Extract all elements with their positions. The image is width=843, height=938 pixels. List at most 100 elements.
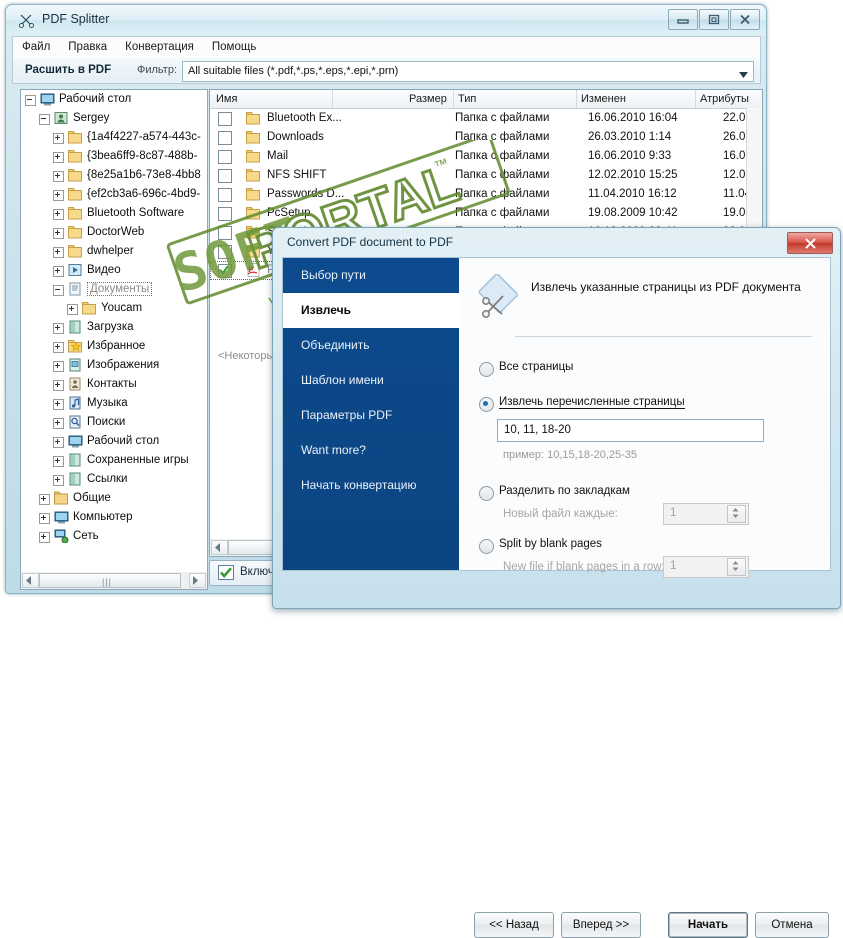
radio-all-pages-label[interactable]: Все страницы (499, 361, 573, 373)
dialog-sidebar-item[interactable]: Шаблон имени (283, 363, 459, 398)
menu-item-help[interactable]: Помощь (203, 37, 265, 59)
tree-node[interactable]: Рабочий стол (21, 90, 207, 109)
row-checkbox[interactable] (218, 245, 232, 259)
expand-plus-icon[interactable] (53, 437, 64, 448)
cancel-button[interactable]: Отмена (755, 912, 829, 938)
row-checkbox[interactable] (218, 169, 232, 183)
tree-node[interactable]: Избранное (21, 337, 207, 356)
radio-split-bookmarks[interactable] (479, 486, 494, 501)
maximize-icon[interactable] (699, 9, 729, 30)
tree-node[interactable]: Документы (21, 280, 207, 299)
expand-plus-icon[interactable] (53, 380, 64, 391)
tree-scroll-right-icon[interactable] (189, 573, 206, 588)
expand-plus-icon[interactable] (53, 171, 64, 182)
expand-plus-icon[interactable] (53, 323, 64, 334)
dialog-sidebar-item[interactable]: Want more? (283, 433, 459, 468)
radio-listed-pages[interactable] (479, 397, 494, 412)
pages-input[interactable]: 10, 11, 18-20 (497, 419, 764, 442)
tree-node[interactable]: Sergey (21, 109, 207, 128)
folder-tree[interactable]: Рабочий стол Sergey {1a4f4227-a574-443c- {3… (20, 89, 208, 574)
expand-plus-icon[interactable] (53, 456, 64, 467)
tree-node[interactable]: dwhelper (21, 242, 207, 261)
next-button[interactable]: Вперед >> (561, 912, 641, 938)
dialog-close-icon[interactable] (787, 232, 833, 254)
start-button[interactable]: Начать (668, 912, 748, 938)
spinner-up-down-icon[interactable] (727, 505, 746, 523)
close-icon[interactable] (730, 9, 760, 30)
row-checkbox[interactable] (218, 150, 232, 164)
column-header-type[interactable]: Тип (458, 93, 476, 105)
menu-item-conversion[interactable]: Конвертация (116, 37, 203, 59)
row-checkbox[interactable] (218, 131, 232, 145)
tree-node[interactable]: Компьютер (21, 508, 207, 527)
tree-node[interactable]: Изображения (21, 356, 207, 375)
tree-node[interactable]: {1a4f4227-a574-443c- (21, 128, 207, 147)
dialog-sidebar-item[interactable]: Параметры PDF (283, 398, 459, 433)
expand-plus-icon[interactable] (53, 228, 64, 239)
tree-node[interactable]: Сохраненные игры (21, 451, 207, 470)
tree-node[interactable]: Youcam (21, 299, 207, 318)
tree-horizontal-scrollbar[interactable]: ||| (20, 572, 208, 590)
expand-plus-icon[interactable] (67, 304, 78, 315)
tree-node[interactable]: Музыка (21, 394, 207, 413)
collapse-minus-icon[interactable] (53, 285, 64, 296)
expand-plus-icon[interactable] (53, 133, 64, 144)
expand-plus-icon[interactable] (53, 342, 64, 353)
tree-node[interactable]: Общие (21, 489, 207, 508)
expand-plus-icon[interactable] (53, 418, 64, 429)
bookmark-spinner[interactable]: 1 (663, 503, 749, 525)
dialog-sidebar-item[interactable]: Выбор пути (283, 258, 459, 293)
tree-node[interactable]: DoctorWeb (21, 223, 207, 242)
filter-combobox[interactable]: All suitable files (*.pdf,*.ps,*.eps,*.e… (182, 61, 754, 82)
mode-button-split-to-pdf[interactable]: Расшить в PDF (17, 60, 119, 81)
tree-node[interactable]: Поиски (21, 413, 207, 432)
dialog-sidebar-item[interactable]: Начать конвертацию (283, 468, 459, 503)
chevron-down-icon[interactable] (739, 69, 748, 81)
row-checkbox[interactable] (218, 188, 232, 202)
dialog-sidebar-item[interactable]: Объединить (283, 328, 459, 363)
expand-plus-icon[interactable] (39, 532, 50, 543)
radio-split-blank-pages-label[interactable]: Split by blank pages (499, 538, 602, 550)
row-checkbox[interactable] (218, 207, 232, 221)
expand-plus-icon[interactable] (53, 475, 64, 486)
radio-listed-pages-label[interactable]: Извлечь перечисленные страницы (499, 396, 685, 409)
tree-node[interactable]: Загрузка (21, 318, 207, 337)
tree-node[interactable]: {3bea6ff9-8c87-488b- (21, 147, 207, 166)
row-checkbox-checked[interactable] (218, 264, 232, 278)
column-header-attributes[interactable]: Атрибуты (700, 93, 749, 105)
table-row[interactable]: Passwords D... Папка с файлами 11.04.2010 … (210, 185, 762, 204)
column-header-size[interactable]: Размер (409, 93, 447, 105)
table-row[interactable]: Downloads Папка с файлами 26.03.2010 1:14 2… (210, 128, 762, 147)
expand-plus-icon[interactable] (53, 266, 64, 277)
column-header-name[interactable]: Имя (216, 93, 237, 105)
expand-plus-icon[interactable] (53, 247, 64, 258)
radio-all-pages[interactable] (479, 362, 494, 377)
expand-plus-icon[interactable] (39, 494, 50, 505)
expand-plus-icon[interactable] (53, 209, 64, 220)
table-row[interactable]: Bluetooth Ex... Папка с файлами 16.06.2010… (210, 109, 762, 128)
row-checkbox[interactable] (218, 112, 232, 126)
expand-plus-icon[interactable] (53, 399, 64, 410)
list-scroll-left-icon[interactable] (211, 540, 228, 555)
radio-split-bookmarks-label[interactable]: Разделить по закладкам (499, 485, 630, 497)
dialog-sidebar-item[interactable]: Извлечь (283, 293, 459, 328)
row-checkbox[interactable] (218, 226, 232, 240)
expand-plus-icon[interactable] (39, 513, 50, 524)
tree-node[interactable]: {8e25a1b6-73e8-4bb8 (21, 166, 207, 185)
tree-node[interactable]: Контакты (21, 375, 207, 394)
expand-plus-icon[interactable] (53, 190, 64, 201)
tree-scroll-left-icon[interactable] (22, 573, 39, 588)
tree-node[interactable]: Ссылки (21, 470, 207, 489)
table-row[interactable]: NFS SHIFT Папка с файлами 12.02.2010 15:25… (210, 166, 762, 185)
tree-node[interactable]: {ef2cb3a6-696c-4bd9- (21, 185, 207, 204)
collapse-minus-icon[interactable] (25, 95, 36, 106)
menu-item-edit[interactable]: Правка (59, 37, 116, 59)
main-titlebar[interactable]: PDF Splitter (6, 5, 766, 35)
tree-node[interactable]: Рабочий стол (21, 432, 207, 451)
column-header-modified[interactable]: Изменен (581, 93, 626, 105)
tree-node[interactable]: Сеть (21, 527, 207, 546)
radio-split-blank-pages[interactable] (479, 539, 494, 554)
tree-scroll-thumb[interactable]: ||| (39, 573, 181, 588)
expand-plus-icon[interactable] (53, 361, 64, 372)
collapse-minus-icon[interactable] (39, 114, 50, 125)
